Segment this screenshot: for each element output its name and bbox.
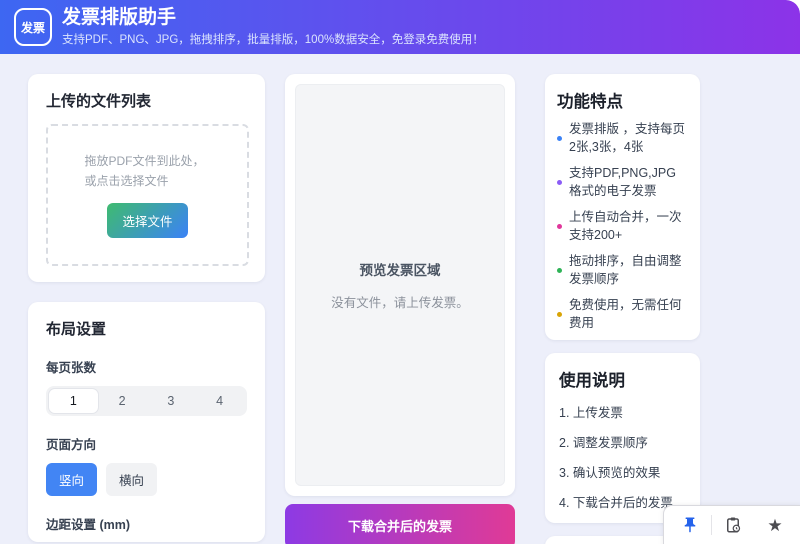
features-title: 功能特点 — [557, 88, 686, 112]
feature-text: 上传自动合并，一次支持200+ — [569, 209, 686, 244]
page-subtitle: 支持PDF、PNG、JPG，拖拽排序，批量排版，100%数据安全，免登录免费使用… — [62, 31, 484, 47]
choose-file-button[interactable]: 选择文件 — [107, 203, 187, 238]
per-page-option-2[interactable]: 2 — [98, 389, 147, 413]
preview-area-title: 预览发票区域 — [360, 259, 441, 279]
feature-item: 免费使用，无需任何费用 — [557, 297, 686, 332]
instruction-step: 2. 调整发票顺序 — [559, 432, 686, 451]
pin-icon[interactable] — [680, 515, 700, 535]
preview-empty-text: 没有文件，请上传发票。 — [331, 292, 469, 311]
invoice-preview-area: 预览发票区域 没有文件，请上传发票。 — [295, 84, 505, 486]
floating-toolbar: ★ — [663, 505, 800, 544]
per-page-option-3[interactable]: 3 — [147, 389, 196, 413]
header-text: 发票排版助手 支持PDF、PNG、JPG，拖拽排序，批量排版，100%数据安全，… — [62, 7, 484, 48]
layout-settings-title: 布局设置 — [46, 318, 247, 339]
upload-file-card: 上传的文件列表 拖放PDF文件到此处，或点击选择文件 选择文件 — [28, 74, 265, 282]
app-logo: 发票 — [14, 8, 52, 46]
feature-text: 免费使用，无需任何费用 — [569, 297, 686, 332]
app-page: 发票 发票排版助手 支持PDF、PNG、JPG，拖拽排序，批量排版，100%数据… — [0, 0, 800, 544]
app-logo-text: 发票 — [21, 19, 45, 36]
right-column: 功能特点 发票排版 ，支持每页2张,3张，4张 支持PDF,PNG,JPG格式的… — [545, 74, 700, 544]
features-card: 功能特点 发票排版 ，支持每页2张,3张，4张 支持PDF,PNG,JPG格式的… — [545, 74, 700, 340]
orientation-buttons: 竖向 横向 — [46, 463, 247, 496]
bullet-dot-icon — [557, 268, 562, 273]
download-merged-button[interactable]: 下载合并后的发票 — [285, 504, 515, 544]
orientation-landscape-button[interactable]: 横向 — [106, 463, 157, 496]
instructions-card: 使用说明 1. 上传发票 2. 调整发票顺序 3. 确认预览的效果 4. 下载合… — [545, 353, 700, 523]
middle-column: 预览发票区域 没有文件，请上传发票。 下载合并后的发票 — [285, 74, 515, 544]
star-icon[interactable]: ★ — [765, 515, 785, 535]
app-header: 发票 发票排版助手 支持PDF、PNG、JPG，拖拽排序，批量排版，100%数据… — [0, 0, 800, 54]
dropzone-hint: 拖放PDF文件到此处，或点击选择文件 — [85, 152, 211, 192]
preview-card: 预览发票区域 没有文件，请上传发票。 — [285, 74, 515, 496]
margin-label: 边距设置 (mm) — [46, 514, 247, 533]
feature-item: 发票排版 ，支持每页2张,3张，4张 — [557, 121, 686, 156]
left-column: 上传的文件列表 拖放PDF文件到此处，或点击选择文件 选择文件 布局设置 每页张… — [28, 74, 265, 542]
instructions-title: 使用说明 — [559, 367, 686, 391]
instruction-step: 3. 确认预览的效果 — [559, 462, 686, 481]
feature-item: 拖动排序，自由调整发票顺序 — [557, 253, 686, 288]
per-page-option-4[interactable]: 4 — [195, 389, 244, 413]
feature-item: 上传自动合并，一次支持200+ — [557, 209, 686, 244]
upload-card-title: 上传的文件列表 — [46, 90, 249, 111]
clipboard-icon[interactable] — [723, 515, 743, 535]
page-title: 发票排版助手 — [62, 7, 484, 29]
layout-settings-card: 布局设置 每页张数 1 2 3 4 页面方向 竖向 横向 边距设置 (mm) — [28, 302, 265, 542]
main-content: 上传的文件列表 拖放PDF文件到此处，或点击选择文件 选择文件 布局设置 每页张… — [0, 54, 800, 544]
feature-text: 拖动排序，自由调整发票顺序 — [569, 253, 686, 288]
orientation-portrait-button[interactable]: 竖向 — [46, 463, 97, 496]
instruction-step: 1. 上传发票 — [559, 402, 686, 421]
per-page-option-1[interactable]: 1 — [49, 389, 98, 413]
toolbar-divider — [711, 515, 712, 535]
bullet-dot-icon — [557, 180, 562, 185]
file-dropzone[interactable]: 拖放PDF文件到此处，或点击选择文件 选择文件 — [46, 124, 249, 266]
bullet-dot-icon — [557, 136, 562, 141]
bullet-dot-icon — [557, 224, 562, 229]
per-page-label: 每页张数 — [46, 357, 247, 376]
feature-item: 支持PDF,PNG,JPG格式的电子发票 — [557, 165, 686, 200]
per-page-segmented-control: 1 2 3 4 — [46, 386, 247, 416]
orientation-label: 页面方向 — [46, 434, 247, 453]
feature-text: 支持PDF,PNG,JPG格式的电子发票 — [569, 165, 686, 200]
bullet-dot-icon — [557, 312, 562, 317]
feature-text: 发票排版 ，支持每页2张,3张，4张 — [569, 121, 686, 156]
